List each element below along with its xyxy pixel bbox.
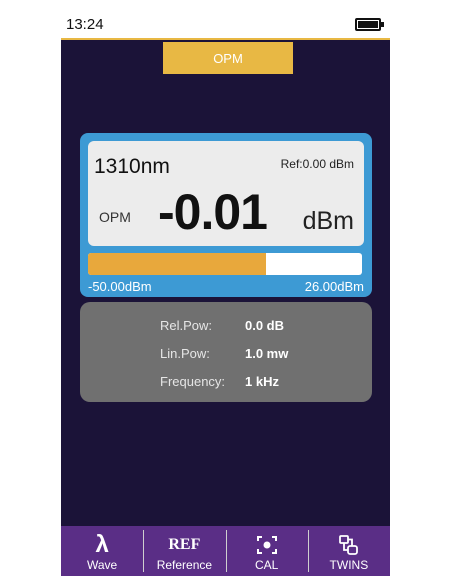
power-meter-display: 1310nm Ref:0.00 dBm OPM -0.01 dBm -50.00… [80, 133, 372, 297]
wave-button-label: Wave [87, 558, 118, 572]
twins-button-label: TWINS [329, 558, 369, 572]
info-value: 1.0 mw [245, 346, 289, 361]
reference-value: Ref:0.00 dBm [280, 157, 354, 171]
power-level-fill [88, 253, 267, 275]
cal-button-label: CAL [254, 558, 279, 572]
mode-label: OPM [99, 209, 131, 225]
reference-button[interactable]: REF Reference [143, 526, 225, 576]
info-row-lin-pow: Lin.Pow: 1.0 mw [80, 346, 372, 364]
wave-button[interactable]: λ Wave [61, 526, 143, 576]
range-max-label: 26.00dBm [304, 279, 364, 294]
ref-icon: REF [168, 536, 201, 553]
power-level-bar [88, 253, 362, 275]
calibration-target-icon [256, 533, 278, 557]
cal-button[interactable]: CAL [225, 526, 308, 576]
bottom-toolbar: λ Wave REF Reference CAL TWINS [61, 526, 390, 576]
info-label: Frequency: [160, 374, 226, 389]
info-value: 0.0 dB [245, 318, 285, 333]
meter-readout-panel: 1310nm Ref:0.00 dBm OPM -0.01 dBm [88, 141, 364, 246]
info-panel: Rel.Pow: 0.0 dB Lin.Pow: 1.0 mw Frequenc… [80, 302, 372, 402]
lambda-icon: λ [95, 531, 109, 558]
power-unit: dBm [302, 207, 354, 235]
twins-connector-icon [338, 533, 360, 557]
range-min-label: -50.00dBm [88, 279, 152, 294]
info-row-frequency: Frequency: 1 kHz [80, 374, 372, 392]
info-label: Lin.Pow: [160, 346, 210, 361]
info-value: 1 kHz [245, 374, 279, 389]
opm-screen: 13:24 OPM 1310nm Ref:0.00 dBm OPM -0.01 … [61, 10, 390, 576]
page-title-label: OPM [213, 50, 243, 66]
power-reading: -0.01 [158, 184, 268, 240]
wavelength-value: 1310nm [94, 155, 170, 178]
info-label: Rel.Pow: [160, 318, 213, 333]
page-title: OPM [163, 42, 293, 74]
battery-icon [355, 18, 384, 31]
twins-button[interactable]: TWINS [307, 526, 390, 576]
clock: 13:24 [66, 16, 104, 33]
reference-button-label: Reference [156, 558, 213, 572]
status-bar: 13:24 [61, 10, 390, 40]
info-row-rel-pow: Rel.Pow: 0.0 dB [80, 318, 372, 336]
